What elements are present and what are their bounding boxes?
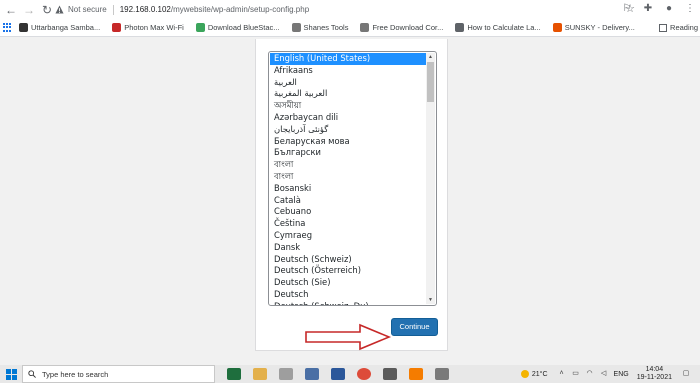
app-icon[interactable]: [435, 368, 449, 380]
wifi-icon[interactable]: ◠: [586, 370, 594, 378]
language-option[interactable]: বাংলা: [270, 171, 426, 183]
annotation-arrow: [305, 323, 392, 351]
system-tray: 21°C ˄ ▭ ◠ ◁ ENG 14:04 19-11-2021 ▢: [520, 365, 696, 383]
setup-panel: English (United States) Afrikaans العربية ا…: [255, 39, 448, 351]
reload-icon[interactable]: ↻: [40, 3, 54, 17]
language-option[interactable]: Български: [270, 147, 426, 159]
address-bar[interactable]: Not secure 192.168.0.102/mywebsite/wp-ad…: [54, 2, 642, 17]
bookmark-favicon-icon: [455, 23, 465, 32]
language-option[interactable]: Afrikaans: [270, 65, 426, 77]
language-option[interactable]: العربية: [270, 77, 426, 89]
bookmark-label: Free Download Cor...: [372, 23, 444, 32]
bookmark-label: Uttarbanga Samba...: [31, 23, 101, 32]
bookmark-item[interactable]: Photon Max Wi-Fi: [112, 23, 184, 32]
security-label: Not secure: [68, 5, 107, 14]
folder-icon[interactable]: [253, 368, 267, 380]
language-option[interactable]: Cymraeg: [270, 230, 426, 242]
paint-icon[interactable]: [279, 368, 293, 380]
browser-toolbar: ← → ↻ Not secure 192.168.0.102/mywebsite…: [0, 0, 700, 19]
bookmark-favicon-icon: [552, 23, 562, 32]
chrome-icon[interactable]: [357, 368, 371, 380]
reading-list-icon: [659, 23, 668, 32]
search-icon: [28, 370, 36, 378]
windows-start-icon[interactable]: [0, 365, 22, 383]
word-icon[interactable]: [331, 368, 345, 380]
url-text: 192.168.0.102/mywebsite/wp-admin/setup-c…: [119, 5, 310, 14]
chevron-up-icon[interactable]: ˄: [558, 370, 566, 378]
menu-icon[interactable]: ⋮: [684, 3, 696, 15]
language-option[interactable]: English (United States): [270, 53, 426, 65]
language-option[interactable]: Azərbaycan dili: [270, 112, 426, 124]
bookmark-item[interactable]: Uttarbanga Samba...: [19, 23, 100, 32]
apps-icon[interactable]: [3, 22, 13, 33]
language-select[interactable]: English (United States) Afrikaans العربية ا…: [268, 51, 437, 306]
continue-button[interactable]: Continue: [391, 318, 438, 336]
bookmark-favicon-icon: [291, 23, 301, 32]
language-option[interactable]: Dansk: [270, 242, 426, 254]
language-indicator[interactable]: ENG: [614, 371, 629, 378]
language-option[interactable]: বাংলা: [270, 159, 426, 171]
bookmark-label: How to Calculate La...: [467, 23, 541, 32]
bookmark-label: Shanes Tools: [303, 23, 349, 32]
clock-time: 14:04: [645, 366, 664, 373]
language-option[interactable]: Català: [270, 195, 426, 207]
bookmark-item[interactable]: Shanes Tools: [291, 23, 349, 32]
language-option[interactable]: Deutsch (Sie): [270, 277, 426, 289]
bookmark-favicon-icon: [19, 23, 28, 32]
language-option[interactable]: Čeština: [270, 218, 426, 230]
warning-icon: [54, 5, 64, 15]
xampp-icon[interactable]: [409, 368, 423, 380]
puzzle-icon[interactable]: ✚: [642, 3, 654, 15]
volume-icon[interactable]: ◁: [600, 370, 608, 378]
sun-icon: [520, 370, 529, 378]
bookmark-item[interactable]: Free Download Cor...: [360, 23, 443, 32]
settings-icon[interactable]: [383, 368, 397, 380]
taskbar: Type here to search 21°C ˄ ▭ ◠ ◁ ENG 14:…: [0, 365, 700, 383]
bookmark-item[interactable]: Download BlueStac...: [195, 23, 280, 32]
language-option[interactable]: Беларуская мова: [270, 136, 426, 148]
bookmark-favicon-icon: [360, 23, 370, 32]
scroll-down-icon[interactable]: ▼: [426, 296, 435, 304]
notification-icon[interactable]: ▢: [682, 370, 690, 378]
bookmark-item[interactable]: SUNSKY - Delivery...: [552, 23, 635, 32]
language-option[interactable]: Deutsch (Schweiz): [270, 254, 426, 266]
profile-icon[interactable]: ●: [663, 3, 675, 15]
language-option[interactable]: Cebuano: [270, 206, 426, 218]
excel-icon[interactable]: [227, 368, 241, 380]
language-option[interactable]: Deutsch: [270, 289, 426, 301]
clock-date: 19-11-2021: [636, 374, 672, 381]
language-option[interactable]: Deutsch (Schweiz, Du): [270, 301, 426, 305]
bookmarks-bar: Uttarbanga Samba... Photon Max Wi-Fi Downl…: [0, 19, 700, 37]
battery-icon[interactable]: ▭: [572, 370, 580, 378]
bookmark-label: Photon Max Wi-Fi: [124, 23, 184, 32]
search-placeholder: Type here to search: [42, 369, 109, 379]
weather-widget[interactable]: 21°C: [520, 370, 548, 378]
divider: [112, 4, 114, 15]
language-option[interactable]: অসমীয়া: [270, 100, 426, 112]
scroll-up-icon[interactable]: ▲: [426, 53, 435, 61]
taskbar-search[interactable]: Type here to search: [22, 365, 215, 383]
temperature: 21°C: [531, 370, 548, 378]
scrollbar[interactable]: ▲ ▼: [426, 53, 435, 304]
reading-list-button[interactable]: Reading: [659, 23, 698, 32]
bookmark-label: SUNSKY - Delivery...: [564, 23, 635, 32]
forward-icon[interactable]: →: [22, 3, 36, 17]
mail-icon[interactable]: [305, 368, 319, 380]
language-option[interactable]: گؤنئی آذربایجان: [270, 124, 426, 136]
clock[interactable]: 14:04 19-11-2021: [637, 366, 672, 382]
extension-icon[interactable]: ⚐: [621, 3, 633, 15]
language-option[interactable]: Deutsch (Österreich): [270, 265, 426, 277]
bookmark-label: Download BlueStac...: [207, 23, 280, 32]
back-icon[interactable]: ←: [4, 3, 18, 17]
language-option[interactable]: Bosanski: [270, 183, 426, 195]
scrollbar-thumb[interactable]: [427, 62, 434, 102]
bookmark-item[interactable]: How to Calculate La...: [455, 23, 541, 32]
bookmark-favicon-icon: [195, 23, 205, 32]
bookmark-favicon-icon: [112, 23, 122, 32]
reading-list-label: Reading: [670, 23, 698, 32]
language-option[interactable]: العربية المغربية: [270, 88, 426, 100]
